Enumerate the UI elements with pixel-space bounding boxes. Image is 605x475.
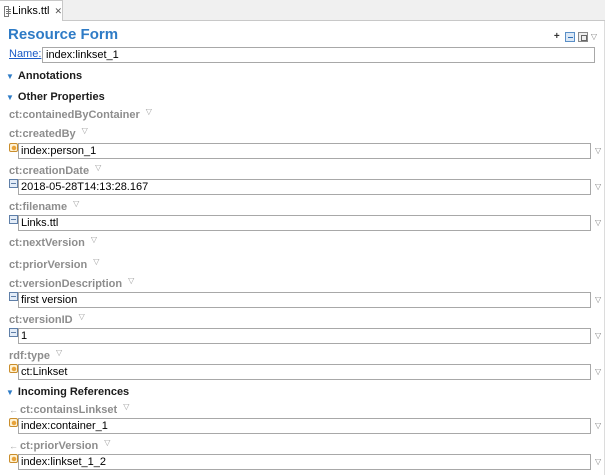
value-input[interactable]: index:linkset_1_2 (18, 454, 591, 470)
property-label: ct:versionDescription (9, 278, 123, 290)
grid-view-icon[interactable] (577, 32, 588, 42)
property-label-creationDate[interactable]: ct:creationDate ▽ (9, 163, 101, 178)
incoming-field-containsLinkset: index:container_1 ▽ (9, 418, 601, 434)
incoming-arrow-icon: ← (9, 441, 18, 451)
individual-icon (9, 454, 18, 463)
incoming-label-priorVersion[interactable]: ← ct:priorVersion ▽ (9, 438, 110, 453)
page-title: Resource Form (8, 26, 119, 43)
property-label-containedByContainer[interactable]: ct:containedByContainer ▽ (9, 107, 152, 122)
chevron-down-icon[interactable]: ▽ (595, 421, 601, 430)
chevron-down-icon[interactable]: ▽ (595, 331, 601, 340)
property-label: ct:creationDate (9, 165, 90, 177)
property-label: ct:containsLinkset (20, 404, 118, 416)
property-label: ct:nextVersion (9, 237, 85, 249)
property-label-versionID[interactable]: ct:versionID ▽ (9, 312, 85, 327)
chevron-down-icon[interactable]: ▽ (79, 312, 85, 321)
value-field-versionID: 1 ▽ (9, 328, 601, 344)
section-title: Other Properties (17, 91, 105, 103)
form-toolbar: + ▽ (552, 32, 597, 42)
property-label-priorVersion[interactable]: ct:priorVersion ▽ (9, 257, 99, 272)
value-field-createdBy: index:person_1 ▽ (9, 143, 601, 159)
chevron-down-icon[interactable]: ▽ (91, 235, 97, 244)
collapse-triangle-icon[interactable]: ▼ (6, 388, 14, 397)
chevron-down-icon[interactable]: ▽ (82, 126, 88, 135)
section-title: Annotations (17, 70, 83, 82)
chevron-down-icon[interactable]: ▽ (595, 367, 601, 376)
name-field[interactable] (42, 47, 595, 63)
chevron-down-icon[interactable]: ▽ (595, 218, 601, 227)
individual-icon (9, 143, 18, 152)
value-field-rdf-type: ct:Linkset ▽ (9, 364, 601, 380)
property-label-createdBy[interactable]: ct:createdBy ▽ (9, 126, 88, 141)
property-label: ct:priorVersion (9, 259, 88, 271)
chevron-down-icon[interactable]: ▽ (591, 33, 597, 41)
literal-icon (9, 292, 18, 301)
property-label: rdf:type (9, 350, 50, 362)
section-annotations[interactable]: ▼ Annotations (6, 70, 82, 82)
tab-links-ttl[interactable]: Links.ttl ✕ (0, 0, 63, 21)
section-incoming-references[interactable]: ▼ Incoming References (6, 386, 129, 398)
property-label: ct:createdBy (9, 128, 76, 140)
value-field-creationDate: 2018-05-28T14:13:28.167 ▽ (9, 179, 601, 195)
chevron-down-icon[interactable]: ▽ (104, 438, 110, 447)
property-label-rdf-type[interactable]: rdf:type ▽ (9, 348, 62, 363)
collapse-triangle-icon[interactable]: ▼ (6, 72, 14, 81)
chevron-down-icon[interactable]: ▽ (56, 348, 62, 357)
value-field-filename: Links.ttl ▽ (9, 215, 601, 231)
chevron-down-icon[interactable]: ▽ (95, 163, 101, 172)
chevron-down-icon[interactable]: ▽ (123, 402, 129, 411)
property-label: ct:filename (9, 201, 68, 213)
value-input[interactable]: index:person_1 (18, 143, 591, 159)
name-link[interactable]: Name: (9, 48, 41, 60)
literal-icon (9, 179, 18, 188)
section-other-properties[interactable]: ▼ Other Properties (6, 91, 105, 103)
class-icon (9, 364, 18, 373)
collapse-triangle-icon[interactable]: ▼ (6, 93, 14, 102)
literal-icon (9, 215, 18, 224)
tab-title: Links.ttl (12, 5, 50, 17)
chevron-down-icon[interactable]: ▽ (128, 276, 134, 285)
chevron-down-icon[interactable]: ▽ (93, 257, 99, 266)
property-label: ct:priorVersion (20, 440, 99, 452)
chevron-down-icon[interactable]: ▽ (595, 295, 601, 304)
chevron-down-icon[interactable]: ▽ (595, 182, 601, 191)
editor-tab-bar: Links.ttl ✕ (0, 0, 605, 21)
property-label: ct:containedByContainer (9, 109, 140, 121)
chevron-down-icon[interactable]: ▽ (146, 107, 152, 116)
chevron-down-icon[interactable]: ▽ (595, 146, 601, 155)
value-input[interactable]: 2018-05-28T14:13:28.167 (18, 179, 591, 195)
value-input[interactable]: index:container_1 (18, 418, 591, 434)
individual-icon (9, 418, 18, 427)
value-field-versionDescription: first version ▽ (9, 292, 601, 308)
chevron-down-icon[interactable]: ▽ (73, 199, 79, 208)
property-label-nextVersion[interactable]: ct:nextVersion ▽ (9, 235, 97, 250)
list-view-icon[interactable] (564, 32, 575, 42)
value-input[interactable]: 1 (18, 328, 591, 344)
close-icon[interactable]: ✕ (54, 6, 62, 17)
value-input[interactable]: first version (18, 292, 591, 308)
turtle-file-icon (4, 5, 12, 17)
property-label: ct:versionID (9, 314, 73, 326)
incoming-field-priorVersion: index:linkset_1_2 ▽ (9, 454, 601, 470)
value-input[interactable]: Links.ttl (18, 215, 591, 231)
add-value-icon[interactable]: + (552, 32, 562, 42)
section-title: Incoming References (17, 386, 130, 398)
literal-icon (9, 328, 18, 337)
property-label-filename[interactable]: ct:filename ▽ (9, 199, 79, 214)
incoming-label-containsLinkset[interactable]: ← ct:containsLinkset ▽ (9, 402, 129, 417)
incoming-arrow-icon: ← (9, 405, 18, 415)
value-input[interactable]: ct:Linkset (18, 364, 591, 380)
name-row: Name: (9, 47, 595, 63)
chevron-down-icon[interactable]: ▽ (595, 457, 601, 466)
property-label-versionDescription[interactable]: ct:versionDescription ▽ (9, 276, 134, 291)
